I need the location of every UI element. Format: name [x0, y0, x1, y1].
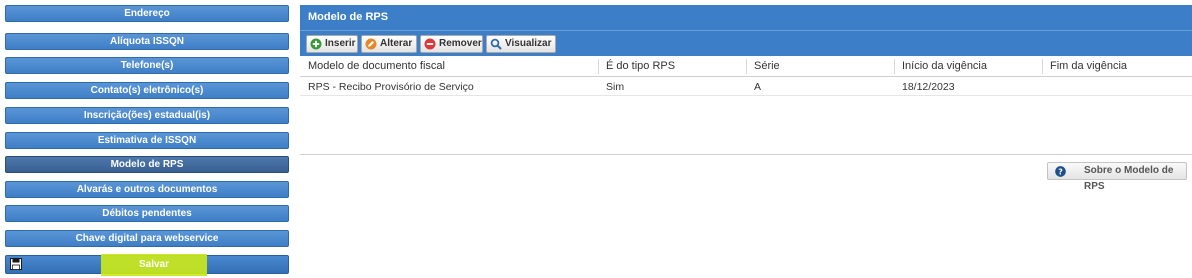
cell-modelo: RPS - Recibo Provisório de Serviço: [308, 81, 474, 93]
column-header-serie[interactable]: Série: [754, 56, 894, 76]
about-rps-button[interactable]: ? Sobre o Modelo de RPS: [1047, 162, 1187, 192]
panel-title: Modelo de RPS: [300, 5, 1192, 30]
column-header-modelo[interactable]: Modelo de documento fiscal: [308, 56, 598, 76]
nav-estimativa-button[interactable]: Estimativa de ISSQN: [5, 132, 289, 149]
toolbar: Inserir Alterar Remover Visualizar: [300, 30, 1192, 56]
table-row[interactable]: RPS - Recibo Provisório de Serviço Sim A…: [300, 78, 1192, 96]
remove-button[interactable]: Remover: [420, 35, 483, 53]
nav-inscricoes-button[interactable]: Inscrição(ões) estadual(is): [5, 107, 289, 124]
minus-circle-icon: [424, 38, 436, 50]
edit-button[interactable]: Alterar: [361, 35, 417, 53]
nav-aliquota-issqn-button[interactable]: Alíquota ISSQN: [5, 33, 289, 50]
view-button-label: Visualizar: [505, 38, 552, 49]
insert-button[interactable]: Inserir: [306, 35, 358, 53]
cell-serie: A: [754, 81, 762, 93]
table-bottom-border: [300, 154, 1192, 155]
view-button[interactable]: Visualizar: [486, 35, 556, 53]
column-header-tipo-rps[interactable]: É do tipo RPS: [606, 56, 746, 76]
column-divider: [746, 59, 747, 74]
about-rps-label: Sobre o Modelo de RPS: [1084, 165, 1174, 192]
column-header-fim[interactable]: Fim da vigência: [1050, 56, 1190, 76]
cell-fim: [1050, 78, 1190, 95]
column-divider: [598, 59, 599, 74]
nav-debitos-button[interactable]: Débitos pendentes: [5, 205, 289, 222]
nav-chave-digital-button[interactable]: Chave digital para webservice: [5, 230, 289, 247]
save-button-label: Salvar: [138, 259, 170, 270]
edit-icon: [365, 38, 377, 50]
edit-button-label: Alterar: [380, 38, 413, 49]
nav-endereco-button[interactable]: Endereço: [5, 5, 289, 22]
nav-telefones-button[interactable]: Telefone(s): [5, 57, 289, 74]
floppy-disk-icon: [10, 258, 22, 270]
nav-modelo-rps-button[interactable]: Modelo de RPS: [5, 156, 289, 173]
nav-alvaras-button[interactable]: Alvarás e outros documentos: [5, 181, 289, 198]
question-circle-icon: ?: [1055, 166, 1066, 177]
cell-tipo-rps: Sim: [606, 81, 625, 93]
column-header-inicio[interactable]: Início da vigência: [902, 56, 1042, 76]
cell-inicio: 18/12/2023: [902, 81, 955, 93]
column-divider: [894, 59, 895, 74]
table-header: Modelo de documento fiscal É do tipo RPS…: [300, 56, 1192, 77]
nav-contatos-button[interactable]: Contato(s) eletrônico(s): [5, 82, 289, 99]
svg-text:?: ?: [1058, 167, 1063, 176]
insert-button-label: Inserir: [325, 38, 356, 49]
plus-circle-icon: [310, 38, 322, 50]
modelo-rps-panel: Modelo de RPS Inserir Alterar Remover Vi…: [300, 5, 1192, 155]
remove-button-label: Remover: [439, 38, 482, 49]
save-button[interactable]: Salvar: [5, 254, 289, 276]
magnifier-icon: [490, 38, 502, 50]
column-divider: [1042, 59, 1043, 74]
side-nav: Endereço Alíquota ISSQN Telefone(s) Cont…: [0, 0, 294, 278]
